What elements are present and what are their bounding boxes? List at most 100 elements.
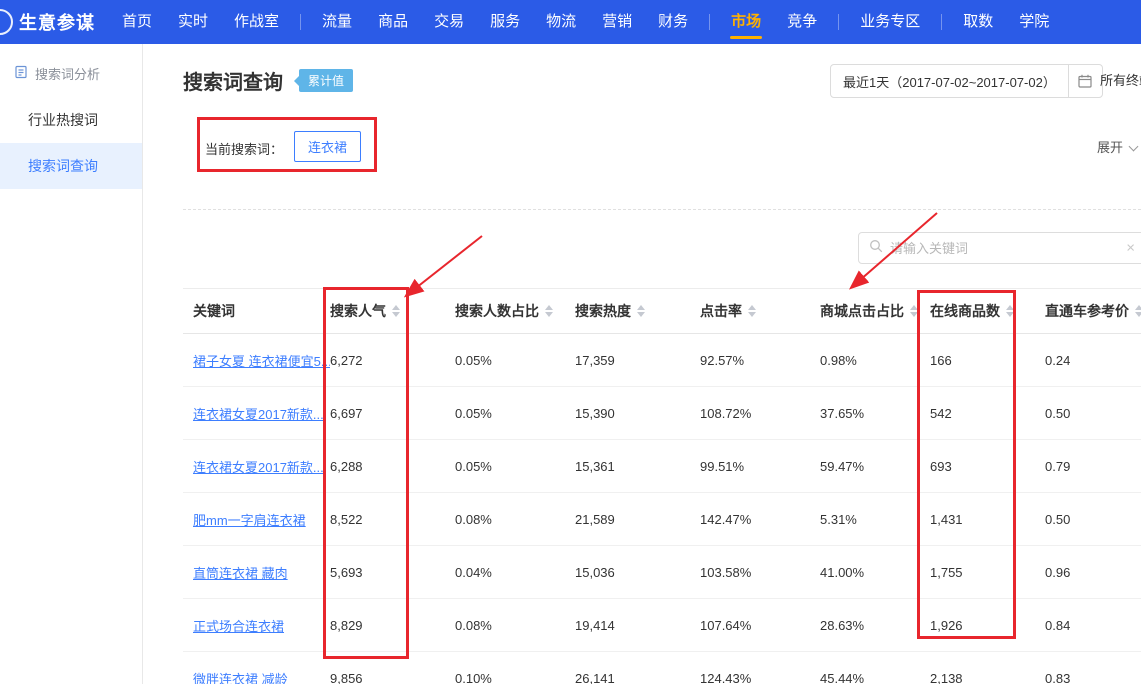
table-row: 连衣裙女夏2017新款...6,6970.05%15,390108.72%37.… <box>183 387 1141 440</box>
document-chart-icon <box>14 65 28 82</box>
keyword-link[interactable]: 正式场合连衣裙 <box>193 619 284 634</box>
cell-online-products: 1,431 <box>930 512 1045 527</box>
cell-ztc-reference-price: 0.96 <box>1045 565 1141 580</box>
cell-keyword: 裙子女夏 连衣裙便宜5... <box>183 351 330 370</box>
sort-icon[interactable] <box>545 305 553 317</box>
cell-search-popularity: 8,522 <box>330 512 455 527</box>
chevron-down-icon <box>1129 142 1139 152</box>
column-header-online-products[interactable]: 在线商品数 <box>930 301 1045 321</box>
cell-keyword: 直筒连衣裙 藏肉 <box>183 563 330 582</box>
column-label: 点击率 <box>700 301 742 321</box>
keyword-link[interactable]: 直筒连衣裙 藏肉 <box>193 566 288 581</box>
sort-icon[interactable] <box>748 305 756 317</box>
keyword-link[interactable]: 肥mm一字肩连衣裙 <box>193 513 306 528</box>
column-header-ztc-reference-price[interactable]: 直通车参考价 <box>1045 301 1141 321</box>
column-header-search-heat[interactable]: 搜索热度 <box>575 301 700 321</box>
cell-search-popularity: 8,829 <box>330 618 455 633</box>
nav-item-logistics[interactable]: 物流 <box>533 0 589 44</box>
sort-icon[interactable] <box>1006 305 1014 317</box>
cell-mall-click-ratio: 59.47% <box>820 459 930 474</box>
sidebar-section-search-analysis[interactable]: 搜索词分析 <box>0 44 142 97</box>
table-row: 肥mm一字肩连衣裙8,5220.08%21,589142.47%5.31%1,4… <box>183 493 1141 546</box>
nav-item-business-zone[interactable]: 业务专区 <box>847 0 933 44</box>
cell-click-rate: 107.64% <box>700 618 820 633</box>
column-header-click-rate[interactable]: 点击率 <box>700 301 820 321</box>
calendar-icon[interactable] <box>1068 65 1102 97</box>
column-label: 搜索人气 <box>330 301 386 321</box>
cell-keyword: 连衣裙女夏2017新款... <box>183 404 330 423</box>
table-header-row: 关键词搜索人气 搜索人数占比 搜索热度 点击率 商城点击占比 在线商品数 直通车参考价 <box>183 288 1141 334</box>
cell-click-rate: 108.72% <box>700 406 820 421</box>
app-logo[interactable]: 生意参谋 <box>0 9 95 35</box>
nav-item-academy[interactable]: 学院 <box>1006 0 1062 44</box>
cell-keyword: 肥mm一字肩连衣裙 <box>183 510 330 529</box>
cell-online-products: 693 <box>930 459 1045 474</box>
current-search-term-chip[interactable]: 连衣裙 <box>294 131 361 162</box>
sort-icon[interactable] <box>1135 305 1141 317</box>
clear-icon[interactable]: × <box>1126 241 1135 256</box>
nav-item-trade[interactable]: 交易 <box>421 0 477 44</box>
nav-item-product[interactable]: 商品 <box>365 0 421 44</box>
column-label: 搜索人数占比 <box>455 301 539 321</box>
cumulative-value-badge: 累计值 <box>299 69 353 92</box>
nav-divider <box>709 14 710 30</box>
keyword-link[interactable]: 微胖连衣裙 减龄 <box>193 672 288 684</box>
sidebar: 搜索词分析 行业热搜词 搜索词查询 <box>0 44 143 684</box>
column-header-search-user-ratio[interactable]: 搜索人数占比 <box>455 301 575 321</box>
column-label: 搜索热度 <box>575 301 631 321</box>
cell-search-heat: 17,359 <box>575 353 700 368</box>
nav-item-competition[interactable]: 竞争 <box>774 0 830 44</box>
keyword-link[interactable]: 裙子女夏 连衣裙便宜5... <box>193 354 330 369</box>
sidebar-item-industry-hot-words[interactable]: 行业热搜词 <box>0 97 142 143</box>
cell-ztc-reference-price: 0.84 <box>1045 618 1141 633</box>
column-header-mall-click-ratio[interactable]: 商城点击占比 <box>820 301 930 321</box>
keyword-link[interactable]: 连衣裙女夏2017新款... <box>193 460 324 475</box>
expand-link[interactable]: 展开 <box>1097 137 1137 156</box>
nav-item-home[interactable]: 首页 <box>109 0 165 44</box>
terminal-select[interactable]: 所有终端 <box>1100 64 1141 98</box>
column-header-keyword: 关键词 <box>183 301 330 321</box>
cell-search-heat: 15,361 <box>575 459 700 474</box>
expand-label: 展开 <box>1097 140 1123 155</box>
cell-search-popularity: 5,693 <box>330 565 455 580</box>
nav-item-finance[interactable]: 财务 <box>645 0 701 44</box>
cell-search-heat: 15,390 <box>575 406 700 421</box>
keyword-search-input[interactable] <box>890 241 1119 256</box>
sort-icon[interactable] <box>637 305 645 317</box>
sort-icon[interactable] <box>910 305 918 317</box>
cell-online-products: 2,138 <box>930 671 1045 684</box>
logo-icon <box>0 9 13 35</box>
cell-search-user-ratio: 0.08% <box>455 618 575 633</box>
nav-item-marketing[interactable]: 营销 <box>589 0 645 44</box>
nav-item-data-extract[interactable]: 取数 <box>950 0 1006 44</box>
keyword-search-box[interactable]: × <box>858 232 1141 264</box>
cell-mall-click-ratio: 37.65% <box>820 406 930 421</box>
nav-item-service[interactable]: 服务 <box>477 0 533 44</box>
cell-search-user-ratio: 0.10% <box>455 671 575 684</box>
column-label: 直通车参考价 <box>1045 301 1129 321</box>
sort-icon[interactable] <box>392 305 400 317</box>
column-header-search-popularity[interactable]: 搜索人气 <box>330 301 455 321</box>
cell-ztc-reference-price: 0.79 <box>1045 459 1141 474</box>
cell-mall-click-ratio: 5.31% <box>820 512 930 527</box>
cell-click-rate: 92.57% <box>700 353 820 368</box>
cell-keyword: 正式场合连衣裙 <box>183 616 330 635</box>
cell-search-popularity: 6,288 <box>330 459 455 474</box>
nav-item-war-room[interactable]: 作战室 <box>221 0 292 44</box>
nav-item-market[interactable]: 市场 <box>718 0 774 44</box>
column-label: 商城点击占比 <box>820 301 904 321</box>
cell-keyword: 连衣裙女夏2017新款... <box>183 457 330 476</box>
cell-online-products: 166 <box>930 353 1045 368</box>
keyword-link[interactable]: 连衣裙女夏2017新款... <box>193 407 324 422</box>
cell-ztc-reference-price: 0.24 <box>1045 353 1141 368</box>
date-range-picker[interactable]: 最近1天（2017-07-02~2017-07-02） <box>830 64 1103 98</box>
date-range-text: 最近1天（2017-07-02~2017-07-02） <box>831 72 1068 91</box>
section-divider <box>183 209 1141 210</box>
cell-mall-click-ratio: 41.00% <box>820 565 930 580</box>
nav-item-realtime[interactable]: 实时 <box>165 0 221 44</box>
column-label: 在线商品数 <box>930 301 1000 321</box>
nav-item-traffic[interactable]: 流量 <box>309 0 365 44</box>
sidebar-item-search-word-query[interactable]: 搜索词查询 <box>0 143 142 189</box>
cell-search-popularity: 6,272 <box>330 353 455 368</box>
cell-search-heat: 15,036 <box>575 565 700 580</box>
